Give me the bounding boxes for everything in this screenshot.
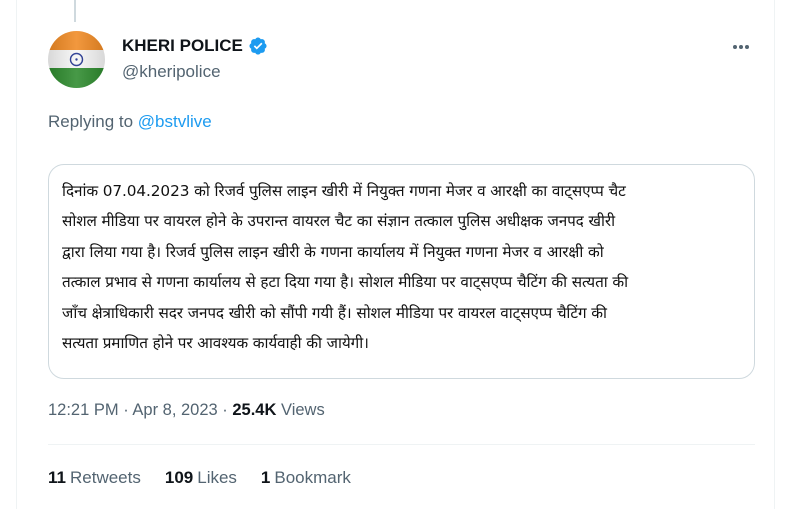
indian-flag-avatar-icon [48, 31, 105, 88]
more-options-icon[interactable] [732, 36, 750, 56]
likes-count: 109 [164, 468, 194, 487]
display-name[interactable]: KHERI POLICE [122, 36, 243, 56]
replying-target-link[interactable]: @bstvlive [138, 112, 212, 131]
likes-stat[interactable]: 109 Likes [165, 468, 237, 488]
retweets-stat[interactable]: 11 Retweets [48, 468, 141, 488]
tweet-meta: 12:21 PM · Apr 8, 2023 · 25.4K Views [48, 401, 325, 420]
meta-separator: · [118, 401, 133, 419]
retweets-count: 11 [48, 468, 66, 487]
tweet-line: सोशल मीडिया पर वायरल होने के उपरान्त वाय… [62, 212, 615, 231]
replying-prefix: Replying to [48, 112, 134, 131]
retweets-label: Retweets [69, 468, 141, 487]
tweet-date[interactable]: Apr 8, 2023 [132, 401, 217, 419]
engagement-stats: 11 Retweets 109 Likes 1 Bookmark [48, 468, 351, 488]
tweet-time[interactable]: 12:21 PM [48, 401, 119, 419]
bookmarks-stat[interactable]: 1 Bookmark [261, 468, 351, 488]
replying-to: Replying to @bstvlive [48, 112, 212, 132]
verified-badge-icon[interactable] [248, 36, 268, 56]
bookmarks-label: Bookmark [274, 468, 351, 487]
tweet-text: दिनांक 07.04.2023 को रिजर्व पुलिस लाइन ख… [62, 176, 742, 358]
views-label: Views [281, 401, 325, 419]
author-name-row[interactable]: KHERI POLICE [122, 36, 268, 56]
thread-connector-line [74, 0, 76, 22]
views-count: 25.4K [232, 401, 277, 419]
tweet-line: दिनांक 07.04.2023 को रिजर्व पुलिस लाइन ख… [62, 182, 626, 200]
tweet-text-card: दिनांक 07.04.2023 को रिजर्व पुलिस लाइन ख… [48, 164, 755, 379]
tweet-line: सत्यता प्रमाणित होने पर आवश्यक कार्यवाही… [62, 334, 369, 353]
tweet-line: तत्काल प्रभाव से गणना कार्यालय से हटा दि… [62, 273, 629, 292]
meta-separator: · [217, 401, 233, 419]
author-handle[interactable]: @kheripolice [122, 62, 221, 82]
tweet-line: जाँच क्षेत्राधिकारी सदर जनपद खीरी को सौं… [62, 303, 607, 322]
likes-label: Likes [197, 468, 237, 487]
divider [48, 444, 755, 445]
tweet-line: द्वारा लिया गया है। रिजर्व पुलिस लाइन खी… [62, 242, 604, 261]
avatar[interactable] [48, 31, 105, 88]
bookmarks-count: 1 [260, 468, 271, 487]
